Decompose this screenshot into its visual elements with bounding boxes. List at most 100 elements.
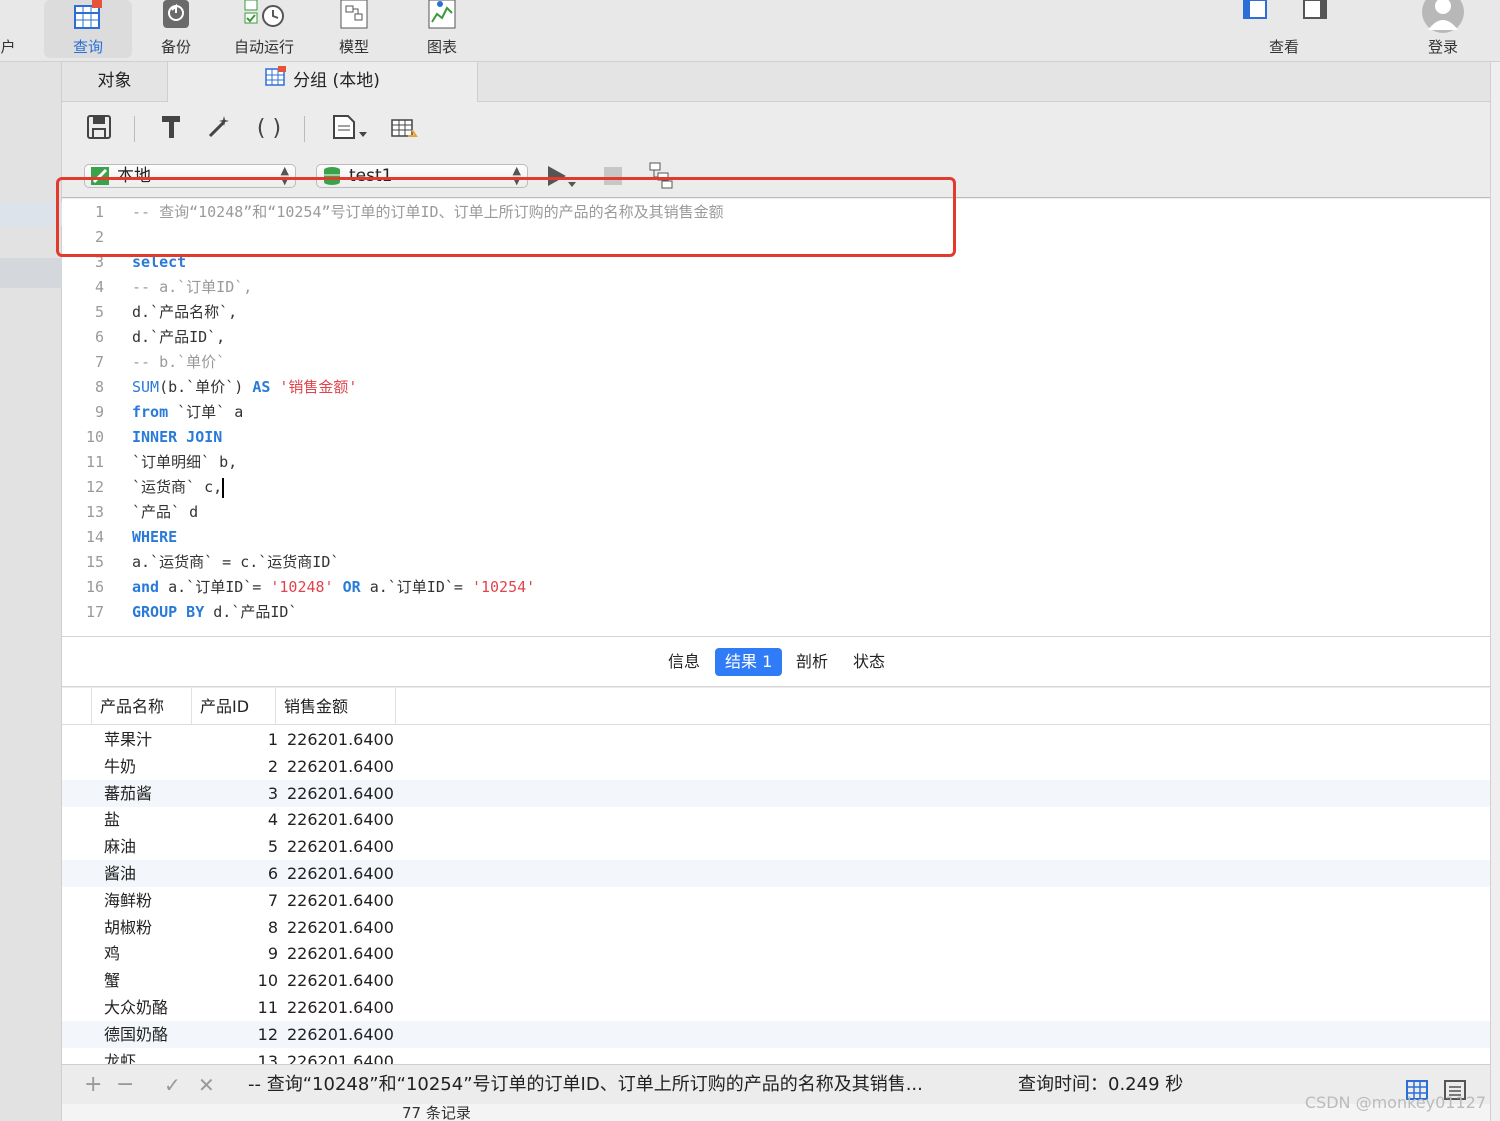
cell-sales-amount[interactable]: 226201.6400 xyxy=(287,753,394,780)
cell-product-name[interactable]: 蟹 xyxy=(104,967,120,994)
table-row[interactable]: 德国奶酪 12 226201.6400 xyxy=(62,1020,1490,1048)
toolbar-item-model[interactable]: 模型 xyxy=(310,0,398,58)
table-row[interactable]: 麻油 5 226201.6400 xyxy=(62,833,1490,860)
cell-product-id[interactable]: 3 xyxy=(192,780,278,807)
table-row[interactable]: 蕃茄酱 3 226201.6400 xyxy=(62,779,1490,807)
cell-product-name[interactable]: 蕃茄酱 xyxy=(104,780,152,807)
table-row[interactable]: 胡椒粉 8 226201.6400 xyxy=(62,914,1490,941)
cell-sales-amount[interactable]: 226201.6400 xyxy=(287,1048,394,1064)
cell-sales-amount[interactable]: 226201.6400 xyxy=(287,833,394,860)
cell-sales-amount[interactable]: 226201.6400 xyxy=(287,940,394,967)
line-number: 8 xyxy=(94,378,104,396)
table-row[interactable]: 牛奶 2 226201.6400 xyxy=(62,753,1490,780)
save-icon[interactable] xyxy=(84,114,114,144)
cell-product-id[interactable]: 1 xyxy=(192,726,278,753)
explain-table-icon[interactable] xyxy=(390,114,420,144)
apply-changes-button[interactable]: ✓ xyxy=(164,1065,181,1105)
code-keyword: WHERE xyxy=(132,528,178,546)
sql-editor[interactable]: 1 -- 查询“10248”和“10254”号订单的订单ID、订单上所订购的产品的… xyxy=(62,199,1490,637)
delete-record-button[interactable]: − xyxy=(116,1065,134,1105)
cell-product-name[interactable]: 鸡 xyxy=(104,940,120,967)
tab-objects[interactable]: 对象 xyxy=(62,62,168,102)
tab-status[interactable]: 状态 xyxy=(843,648,895,676)
line-number: 10 xyxy=(85,428,104,446)
annotation-highlight-box xyxy=(56,177,956,257)
grid-header: 产品名称 产品ID 销售金额 xyxy=(62,688,1490,725)
tab-info[interactable]: 信息 xyxy=(658,648,710,676)
cell-product-id[interactable]: 12 xyxy=(192,1021,278,1048)
table-row[interactable]: 龙虾 13 226201.6400 xyxy=(62,1048,1490,1064)
cell-product-name[interactable]: 苹果汁 xyxy=(104,726,152,753)
format-icon[interactable] xyxy=(156,114,186,144)
cell-product-id[interactable]: 5 xyxy=(192,833,278,860)
cell-product-id[interactable]: 6 xyxy=(192,860,278,887)
cell-sales-amount[interactable]: 226201.6400 xyxy=(287,726,394,753)
table-row[interactable]: 酱油 6 226201.6400 xyxy=(62,860,1490,887)
cell-sales-amount[interactable]: 226201.6400 xyxy=(287,914,394,941)
grid-row-header-corner xyxy=(62,688,92,725)
toolbar-item-view[interactable]: 查看 xyxy=(1240,0,1328,58)
result-tabs: 信息 结果 1 剖析 状态 xyxy=(62,637,1490,687)
cell-product-name[interactable]: 麻油 xyxy=(104,833,136,860)
tab-profile[interactable]: 剖析 xyxy=(786,648,838,676)
cell-sales-amount[interactable]: 226201.6400 xyxy=(287,1021,394,1048)
code-keyword: OR xyxy=(342,578,361,596)
tab-bar: 对象 分组 (本地) xyxy=(62,62,1490,102)
table-row[interactable]: 蟹 10 226201.6400 xyxy=(62,967,1490,994)
cell-product-name[interactable]: 大众奶酪 xyxy=(104,994,168,1021)
parentheses-icon[interactable]: ( ) xyxy=(254,114,284,144)
table-row[interactable]: 海鲜粉 7 226201.6400 xyxy=(62,887,1490,914)
line-number: 7 xyxy=(94,353,104,371)
toolbar-item-chart[interactable]: 图表 xyxy=(398,0,486,58)
cell-product-id[interactable]: 10 xyxy=(192,967,278,994)
toolbar-item-user-partial[interactable]: 户 xyxy=(0,0,20,58)
table-row[interactable]: 苹果汁 1 226201.6400 xyxy=(62,726,1490,753)
editor-line: 8 SUM(b.`单价`) AS '销售金额' xyxy=(62,375,1490,400)
snippet-icon[interactable] xyxy=(330,114,370,144)
cell-sales-amount[interactable]: 226201.6400 xyxy=(287,780,394,807)
cell-product-id[interactable]: 13 xyxy=(192,1048,278,1064)
cell-product-id[interactable]: 9 xyxy=(192,940,278,967)
cell-sales-amount[interactable]: 226201.6400 xyxy=(287,806,394,833)
cell-product-id[interactable]: 11 xyxy=(192,994,278,1021)
add-record-button[interactable]: + xyxy=(84,1065,102,1105)
cell-product-name[interactable]: 海鲜粉 xyxy=(104,887,152,914)
tab-query-group[interactable]: 分组 (本地) xyxy=(168,62,478,102)
cell-sales-amount[interactable]: 226201.6400 xyxy=(287,887,394,914)
cell-sales-amount[interactable]: 226201.6400 xyxy=(287,967,394,994)
toolbar-item-auto-run[interactable]: 自动运行 xyxy=(220,0,308,58)
column-header[interactable]: 产品ID xyxy=(192,688,276,725)
magic-wand-icon[interactable] xyxy=(204,114,234,144)
cell-product-id[interactable]: 4 xyxy=(192,806,278,833)
editor-line: 13 `产品` d xyxy=(62,500,1490,525)
code-text: d.`产品ID` xyxy=(204,603,298,621)
cell-product-name[interactable]: 龙虾 xyxy=(104,1048,136,1064)
right-scrollbar[interactable] xyxy=(1490,62,1500,1121)
discard-changes-button[interactable]: ✕ xyxy=(198,1065,215,1105)
cell-product-id[interactable]: 2 xyxy=(192,753,278,780)
toolbar-item-login[interactable]: 登录 xyxy=(1399,0,1487,58)
cell-product-name[interactable]: 德国奶酪 xyxy=(104,1021,168,1048)
cell-product-name[interactable]: 盐 xyxy=(104,806,120,833)
view-icon xyxy=(1240,0,1328,34)
cell-product-name[interactable]: 牛奶 xyxy=(104,753,136,780)
column-header[interactable]: 销售金额 xyxy=(276,688,396,725)
code-text: d.`产品ID`, xyxy=(132,328,226,346)
cell-sales-amount[interactable]: 226201.6400 xyxy=(287,994,394,1021)
cell-product-id[interactable]: 8 xyxy=(192,914,278,941)
sidebar-row-hover[interactable] xyxy=(0,202,62,226)
toolbar-item-backup[interactable]: 备份 xyxy=(132,0,220,58)
tab-result-1[interactable]: 结果 1 xyxy=(715,648,783,676)
table-row[interactable]: 大众奶酪 11 226201.6400 xyxy=(62,994,1490,1021)
table-row[interactable]: 鸡 9 226201.6400 xyxy=(62,940,1490,967)
column-header[interactable]: 产品名称 xyxy=(92,688,192,725)
user-avatar-icon xyxy=(1399,0,1487,34)
cell-product-name[interactable]: 酱油 xyxy=(104,860,136,887)
cell-product-id[interactable]: 7 xyxy=(192,887,278,914)
cell-sales-amount[interactable]: 226201.6400 xyxy=(287,860,394,887)
cell-product-name[interactable]: 胡椒粉 xyxy=(104,914,152,941)
line-number: 13 xyxy=(85,503,104,521)
sidebar-row-selected[interactable] xyxy=(0,258,62,288)
toolbar-item-query[interactable]: 查询 xyxy=(44,0,132,58)
table-row[interactable]: 盐 4 226201.6400 xyxy=(62,806,1490,833)
